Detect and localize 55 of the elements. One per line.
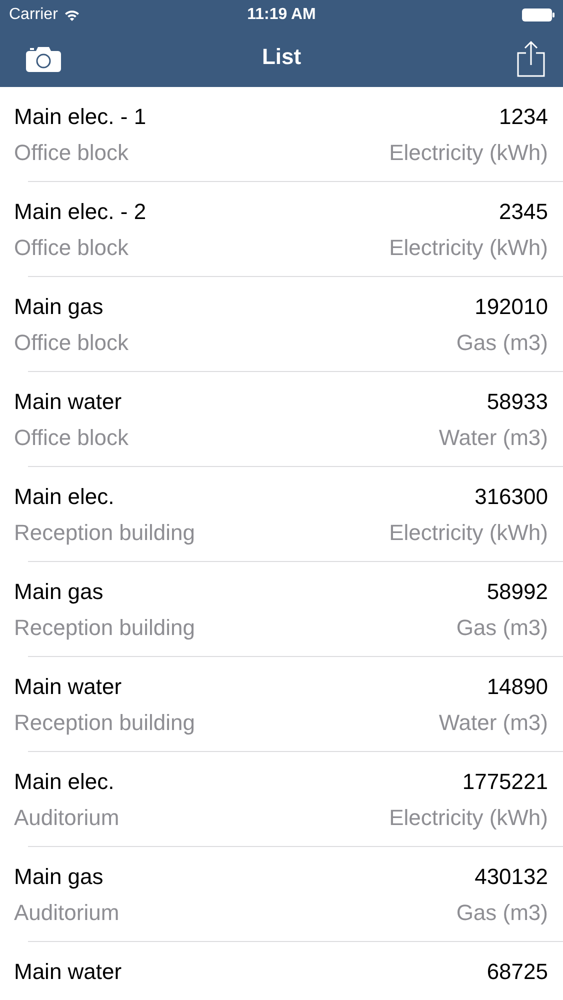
meter-name: Main elec. - 2 <box>14 198 146 226</box>
meter-unit: Gas (m3) <box>456 329 548 357</box>
meter-unit: Electricity (kWh) <box>389 234 548 262</box>
meter-unit: Gas (m3) <box>456 614 548 642</box>
meter-unit: Water (m3) <box>438 424 548 452</box>
list-row[interactable]: Main elec. 316300 Reception building Electricity (kWh) <box>0 467 563 562</box>
meter-name: Main elec. <box>14 768 114 796</box>
meter-reading: 58992 <box>486 578 548 606</box>
share-button[interactable] <box>517 40 545 77</box>
meter-unit: Electricity (kWh) <box>389 804 548 832</box>
meter-reading: 58933 <box>486 388 548 416</box>
meter-reading: 1234 <box>499 103 548 131</box>
meter-reading: 14890 <box>486 673 548 701</box>
clock-time: 11:19 AM <box>247 6 316 24</box>
meter-name: Main elec. - 1 <box>14 103 146 131</box>
meter-location: Office block <box>14 139 129 167</box>
nav-title: List <box>262 44 302 70</box>
list-row[interactable]: Main gas 192010 Office block Gas (m3) <box>0 277 563 372</box>
meter-reading: 68725 <box>486 958 548 986</box>
meter-name: Main water <box>14 388 122 416</box>
battery-icon <box>522 8 555 22</box>
meter-reading: 2345 <box>499 198 548 226</box>
wifi-icon <box>64 9 80 21</box>
camera-button[interactable] <box>26 46 61 72</box>
list-row[interactable]: Main water 68725 <box>0 942 563 1000</box>
meter-location: Office block <box>14 234 129 262</box>
meter-unit: Water (m3) <box>438 709 548 737</box>
meter-name: Main gas <box>14 293 104 321</box>
meter-location: Office block <box>14 329 129 357</box>
meter-name: Main gas <box>14 578 104 606</box>
meter-location: Auditorium <box>14 804 120 832</box>
meter-unit: Electricity (kWh) <box>389 519 548 547</box>
meter-reading: 192010 <box>474 293 548 321</box>
meter-location: Reception building <box>14 519 196 547</box>
carrier-name: Carrier <box>9 6 58 24</box>
list-row[interactable]: Main water 58933 Office block Water (m3) <box>0 372 563 467</box>
list-row[interactable]: Main elec. 1775221 Auditorium Electricity (kWh) <box>0 752 563 847</box>
meter-name: Main elec. <box>14 483 114 511</box>
meter-location: Reception building <box>14 614 196 642</box>
meter-location: Reception building <box>14 709 196 737</box>
meter-name: Main gas <box>14 863 104 891</box>
list-row[interactable]: Main elec. - 2 2345 Office block Electricity (kWh) <box>0 182 563 277</box>
list-row[interactable]: Main water 14890 Reception building Water (m3) <box>0 657 563 752</box>
list-row[interactable]: Main elec. - 1 1234 Office block Electricity (kWh) <box>0 87 563 182</box>
meter-location: Auditorium <box>14 899 120 927</box>
meter-unit: Gas (m3) <box>456 899 548 927</box>
list-row[interactable]: Main gas 430132 Auditorium Gas (m3) <box>0 847 563 942</box>
meter-reading: 1775221 <box>462 768 548 796</box>
meter-name: Main water <box>14 673 122 701</box>
meter-reading: 430132 <box>474 863 548 891</box>
meter-name: Main water <box>14 958 122 986</box>
meter-reading: 316300 <box>474 483 548 511</box>
list-row[interactable]: Main gas 58992 Reception building Gas (m3) <box>0 562 563 657</box>
meter-location: Office block <box>14 424 129 452</box>
meter-unit: Electricity (kWh) <box>389 139 548 167</box>
